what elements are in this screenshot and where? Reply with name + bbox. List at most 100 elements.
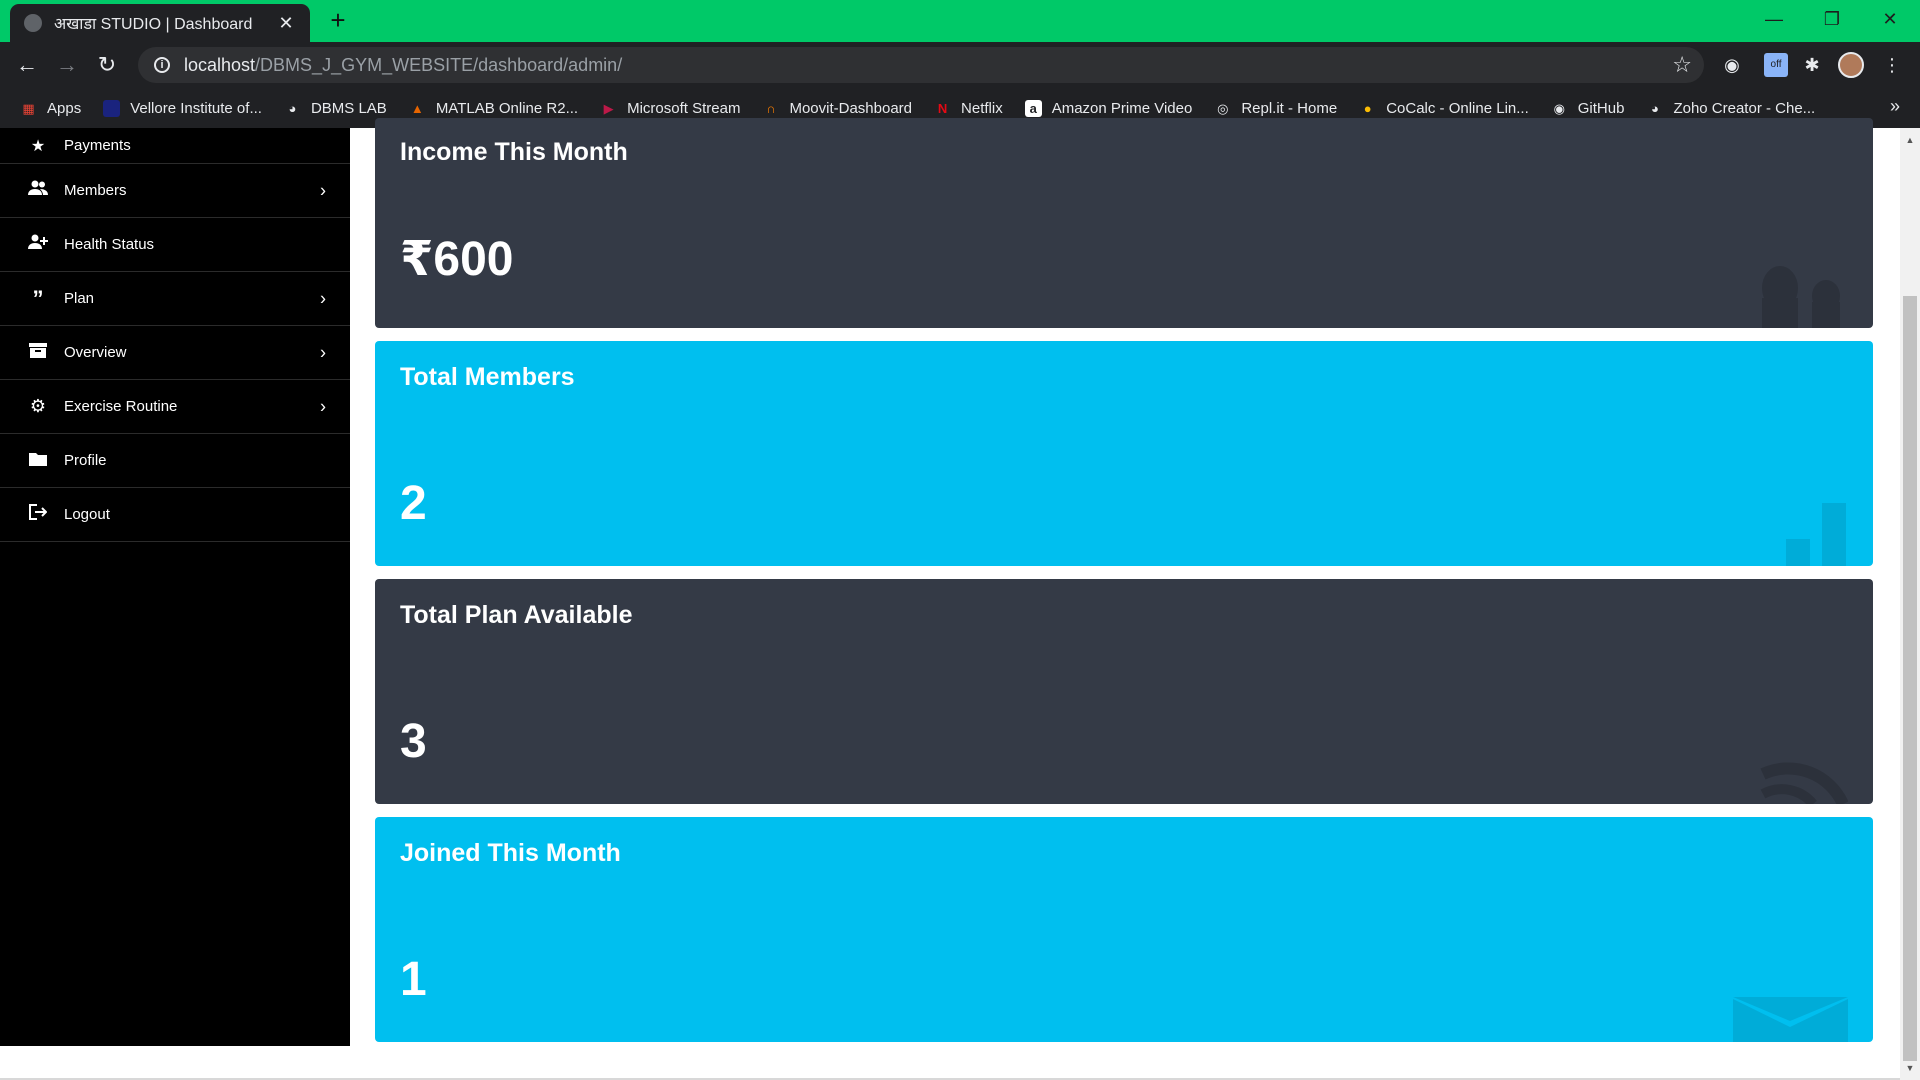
user-plus-icon <box>28 234 48 255</box>
bookmark-label: Vellore Institute of... <box>130 99 262 117</box>
browser-tab-strip: अखाडा STUDIO | Dashboard ✕ + — ❐ ✕ <box>0 0 1920 42</box>
sidebar: ★ Payments Members › Health Status ” Pla… <box>0 128 350 1046</box>
bookmark-label: CoCalc - Online Lin... <box>1386 99 1529 117</box>
sidebar-item-label: Logout <box>64 506 110 523</box>
sidebar-item-profile[interactable]: Profile <box>0 434 350 488</box>
bookmark-github[interactable]: ◉ GitHub <box>1551 100 1625 117</box>
browser-menu-icon[interactable]: ⋮ <box>1880 53 1904 77</box>
folder-icon <box>28 451 48 471</box>
minimize-icon[interactable]: — <box>1752 6 1796 32</box>
profile-avatar[interactable] <box>1838 52 1864 78</box>
bookmark-moovit[interactable]: ∩ Moovit-Dashboard <box>762 100 912 117</box>
card-title: Total Plan Available <box>400 601 633 629</box>
card-joined-this-month: Joined This Month 1 <box>375 817 1873 1042</box>
amazon-icon: a <box>1024 99 1042 117</box>
bookmark-label: Repl.it - Home <box>1241 99 1338 117</box>
netflix-icon: N <box>937 100 948 116</box>
card-value: ₹600 <box>400 233 514 286</box>
site-info-icon[interactable]: i <box>154 57 170 73</box>
chevron-right-icon: › <box>320 180 326 200</box>
sidebar-item-label: Overview <box>64 344 127 361</box>
extension-compass-icon[interactable]: ◉ <box>1720 53 1744 77</box>
bookmarks-overflow-icon[interactable]: » <box>1890 96 1900 117</box>
tab-close-icon[interactable]: ✕ <box>276 13 296 34</box>
sidebar-item-health-status[interactable]: Health Status <box>0 218 350 272</box>
sign-out-icon <box>28 504 48 525</box>
scrollbar-thumb[interactable] <box>1903 296 1917 1061</box>
bookmark-dbms-lab[interactable]: ◕ DBMS LAB <box>284 100 387 117</box>
card-value: 2 <box>400 477 427 530</box>
bookmark-replit[interactable]: ◎ Repl.it - Home <box>1214 100 1337 117</box>
apps-grid-icon: ▦ <box>22 100 35 116</box>
window-close-icon[interactable]: ✕ <box>1868 6 1912 32</box>
bookmark-netflix[interactable]: N Netflix <box>934 100 1003 117</box>
sidebar-item-label: Profile <box>64 452 107 469</box>
sidebar-item-exercise-routine[interactable]: ⚙ Exercise Routine › <box>0 380 350 434</box>
cocalc-icon: ● <box>1363 100 1372 116</box>
forward-icon[interactable]: → <box>53 51 81 79</box>
address-bar[interactable]: i localhost/DBMS_J_GYM_WEBSITE/dashboard… <box>138 47 1704 83</box>
envelope-icon <box>1733 997 1848 1042</box>
new-tab-button[interactable]: + <box>326 7 350 33</box>
matlab-icon: ▲ <box>410 100 424 116</box>
reload-icon[interactable]: ↻ <box>93 51 121 79</box>
bookmark-label: Zoho Creator - Che... <box>1673 99 1816 117</box>
bookmark-matlab[interactable]: ▲ MATLAB Online R2... <box>409 100 578 117</box>
bookmark-label: Netflix <box>961 99 1003 117</box>
bookmark-zoho[interactable]: ◕ Zoho Creator - Che... <box>1646 100 1815 117</box>
vit-icon <box>103 99 121 117</box>
scroll-up-icon[interactable]: ▲ <box>1900 132 1920 148</box>
page-scrollbar[interactable]: ▲ ▼ <box>1900 128 1920 1080</box>
quote-icon: ” <box>32 285 44 311</box>
chevron-right-icon: › <box>320 396 326 416</box>
star-icon: ★ <box>30 137 46 155</box>
bookmark-label: DBMS LAB <box>310 99 387 117</box>
card-total-plan-available: Total Plan Available 3 <box>375 579 1873 804</box>
sidebar-item-label: Members <box>64 182 127 199</box>
scroll-down-icon[interactable]: ▼ <box>1900 1060 1920 1076</box>
sidebar-item-label: Exercise Routine <box>64 398 178 415</box>
dashboard-main: Income This Month ₹600 Total Members 2 T… <box>350 118 1900 1080</box>
card-income-this-month: Income This Month ₹600 <box>375 118 1873 328</box>
card-title: Income This Month <box>400 138 628 166</box>
bookmark-apps[interactable]: ▦ Apps <box>20 100 81 117</box>
bookmark-label: Amazon Prime Video <box>1051 99 1193 117</box>
card-value: 1 <box>400 953 427 1006</box>
bookmark-vit[interactable]: Vellore Institute of... <box>103 99 262 117</box>
bookmark-label: Apps <box>47 99 82 117</box>
bookmark-label: MATLAB Online R2... <box>435 99 579 117</box>
page-footer <box>0 1046 1900 1080</box>
sidebar-item-label: Plan <box>64 290 95 307</box>
card-value: 3 <box>400 715 427 768</box>
archive-icon <box>28 342 48 363</box>
cog-icon: ⚙ <box>29 396 47 416</box>
bookmark-star-icon[interactable]: ☆ <box>1672 52 1692 78</box>
card-title: Joined This Month <box>400 839 621 867</box>
browser-tab-active[interactable]: अखाडा STUDIO | Dashboard ✕ <box>10 4 310 42</box>
sidebar-item-members[interactable]: Members › <box>0 164 350 218</box>
bookmark-label: Moovit-Dashboard <box>789 99 913 117</box>
sidebar-item-payments[interactable]: ★ Payments <box>0 128 350 164</box>
sidebar-item-plan[interactable]: ” Plan › <box>0 272 350 326</box>
globe-icon: ◕ <box>288 100 297 116</box>
extensions-puzzle-icon[interactable]: ✱ <box>1800 53 1824 77</box>
bookmark-cocalc[interactable]: ● CoCalc - Online Lin... <box>1359 100 1529 117</box>
moovit-icon: ∩ <box>766 100 776 116</box>
card-total-members: Total Members 2 <box>375 341 1873 566</box>
bookmark-stream[interactable]: ▶ Microsoft Stream <box>600 100 741 117</box>
extension-off-icon[interactable]: off <box>1764 53 1788 77</box>
tab-title: अखाडा STUDIO | Dashboard <box>54 16 253 33</box>
rss-icon <box>1760 762 1848 804</box>
restore-icon[interactable]: ❐ <box>1810 6 1854 32</box>
browser-toolbar: ← → ↻ i localhost/DBMS_J_GYM_WEBSITE/das… <box>0 42 1920 88</box>
back-icon[interactable]: ← <box>13 51 41 79</box>
stream-icon: ▶ <box>603 100 614 116</box>
card-title: Total Members <box>400 363 575 391</box>
bookmark-amazon[interactable]: a Amazon Prime Video <box>1024 99 1193 117</box>
url-path: /DBMS_J_GYM_WEBSITE/dashboard/admin/ <box>255 54 623 75</box>
sidebar-item-label: Payments <box>64 137 131 154</box>
bar-chart-icon <box>1786 503 1846 566</box>
sidebar-item-overview[interactable]: Overview › <box>0 326 350 380</box>
sidebar-item-logout[interactable]: Logout <box>0 488 350 542</box>
bookmark-label: GitHub <box>1577 99 1625 117</box>
